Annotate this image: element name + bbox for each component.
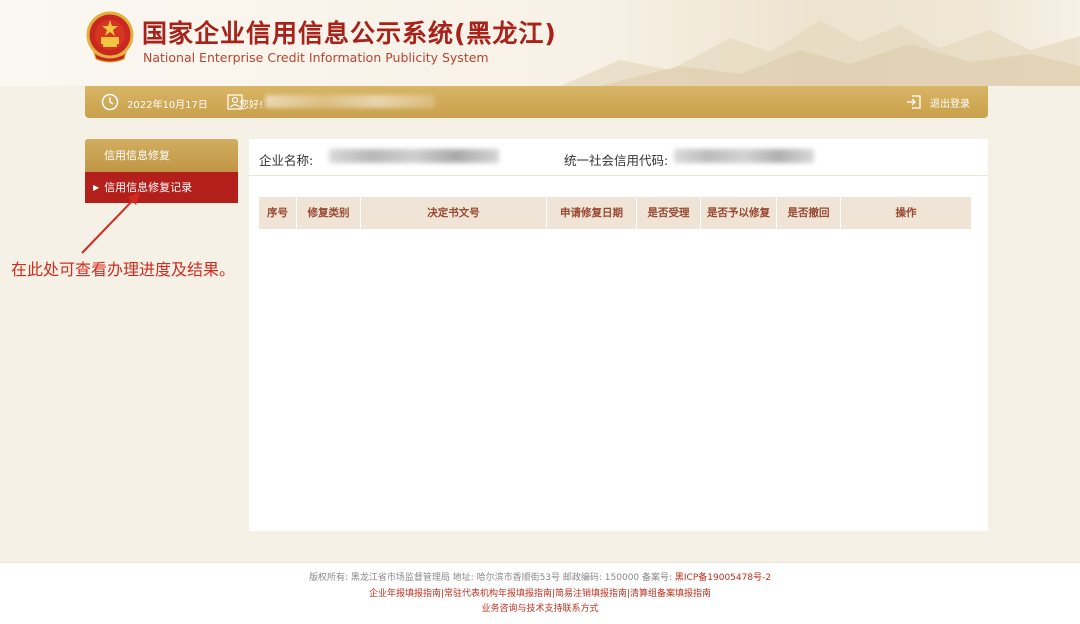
national-emblem-icon	[86, 11, 134, 63]
redacted-company-name	[329, 149, 499, 163]
mountain-background	[560, 20, 1080, 86]
footer-support-link[interactable]: 业务咨询与技术支持联系方式	[0, 602, 1080, 618]
site-footer: 版权所有: 黑龙江省市场监督管理局 地址: 哈尔滨市香顺街53号 邮政编码: 1…	[0, 562, 1080, 624]
column-header-repair-type: 修复类别	[297, 197, 361, 229]
records-table-header: 序号 修复类别 决定书文号 申请修复日期 是否受理 是否予以修复 是否撤回 操作	[259, 197, 971, 229]
column-header-accepted: 是否受理	[637, 197, 701, 229]
sidebar-item-label: 信用信息修复记录	[104, 181, 193, 194]
column-header-withdrawn: 是否撤回	[777, 197, 841, 229]
triangle-right-icon: ▶	[93, 183, 100, 192]
site-header: 国家企业信用信息公示系统(黑龙江) National Enterprise Cr…	[0, 0, 1080, 86]
greeting-text: 您好!	[239, 100, 264, 111]
icp-link[interactable]: 黑ICP备19005478号-2	[675, 573, 771, 583]
column-header-repaired: 是否予以修复	[701, 197, 777, 229]
company-name-label: 企业名称:	[259, 153, 314, 168]
footer-copyright-text: 版权所有: 黑龙江省市场监督管理局 地址: 哈尔滨市香顺街53号 邮政编码: 1…	[308, 573, 675, 583]
sidebar-heading: 信用信息修复	[85, 139, 238, 172]
company-info-row: 企业名称: 统一社会信用代码:	[249, 139, 988, 176]
site-subtitle: National Enterprise Credit Information P…	[143, 50, 489, 65]
clock-icon	[101, 93, 119, 111]
sidebar: 信用信息修复 ▶ 信用信息修复记录	[85, 139, 238, 203]
redacted-credit-code	[674, 149, 814, 163]
column-header-serial: 序号	[259, 197, 297, 229]
logout-label: 退出登录	[930, 98, 970, 110]
annotation-text: 在此处可查看办理进度及结果。	[11, 260, 236, 279]
credit-code-label: 统一社会信用代码:	[564, 153, 669, 168]
column-header-actions: 操作	[895, 207, 917, 219]
footer-copyright: 版权所有: 黑龙江省市场监督管理局 地址: 哈尔滨市香顺街53号 邮政编码: 1…	[0, 571, 1080, 587]
main-panel: 企业名称: 统一社会信用代码: 序号 修复类别 决定书文号 申请修复日期 是否受…	[249, 139, 988, 531]
column-header-decision-no: 决定书文号	[361, 197, 547, 229]
redacted-user-name	[265, 95, 435, 108]
column-header-apply-date: 申请修复日期	[547, 197, 637, 229]
footer-guide-links[interactable]: 企业年报填报指南|常驻代表机构年报填报指南|简易注销填报指南|清算组备案填报指南	[0, 587, 1080, 603]
logout-icon	[907, 95, 921, 109]
top-bar: 2022年10月17日 您好! 退出登录	[85, 86, 988, 118]
site-title: 国家企业信用信息公示系统(黑龙江)	[142, 19, 557, 48]
logout-button[interactable]: 退出登录	[906, 93, 970, 111]
sidebar-item-repair-records[interactable]: ▶ 信用信息修复记录	[85, 172, 238, 203]
current-date: 2022年10月17日	[127, 100, 208, 111]
